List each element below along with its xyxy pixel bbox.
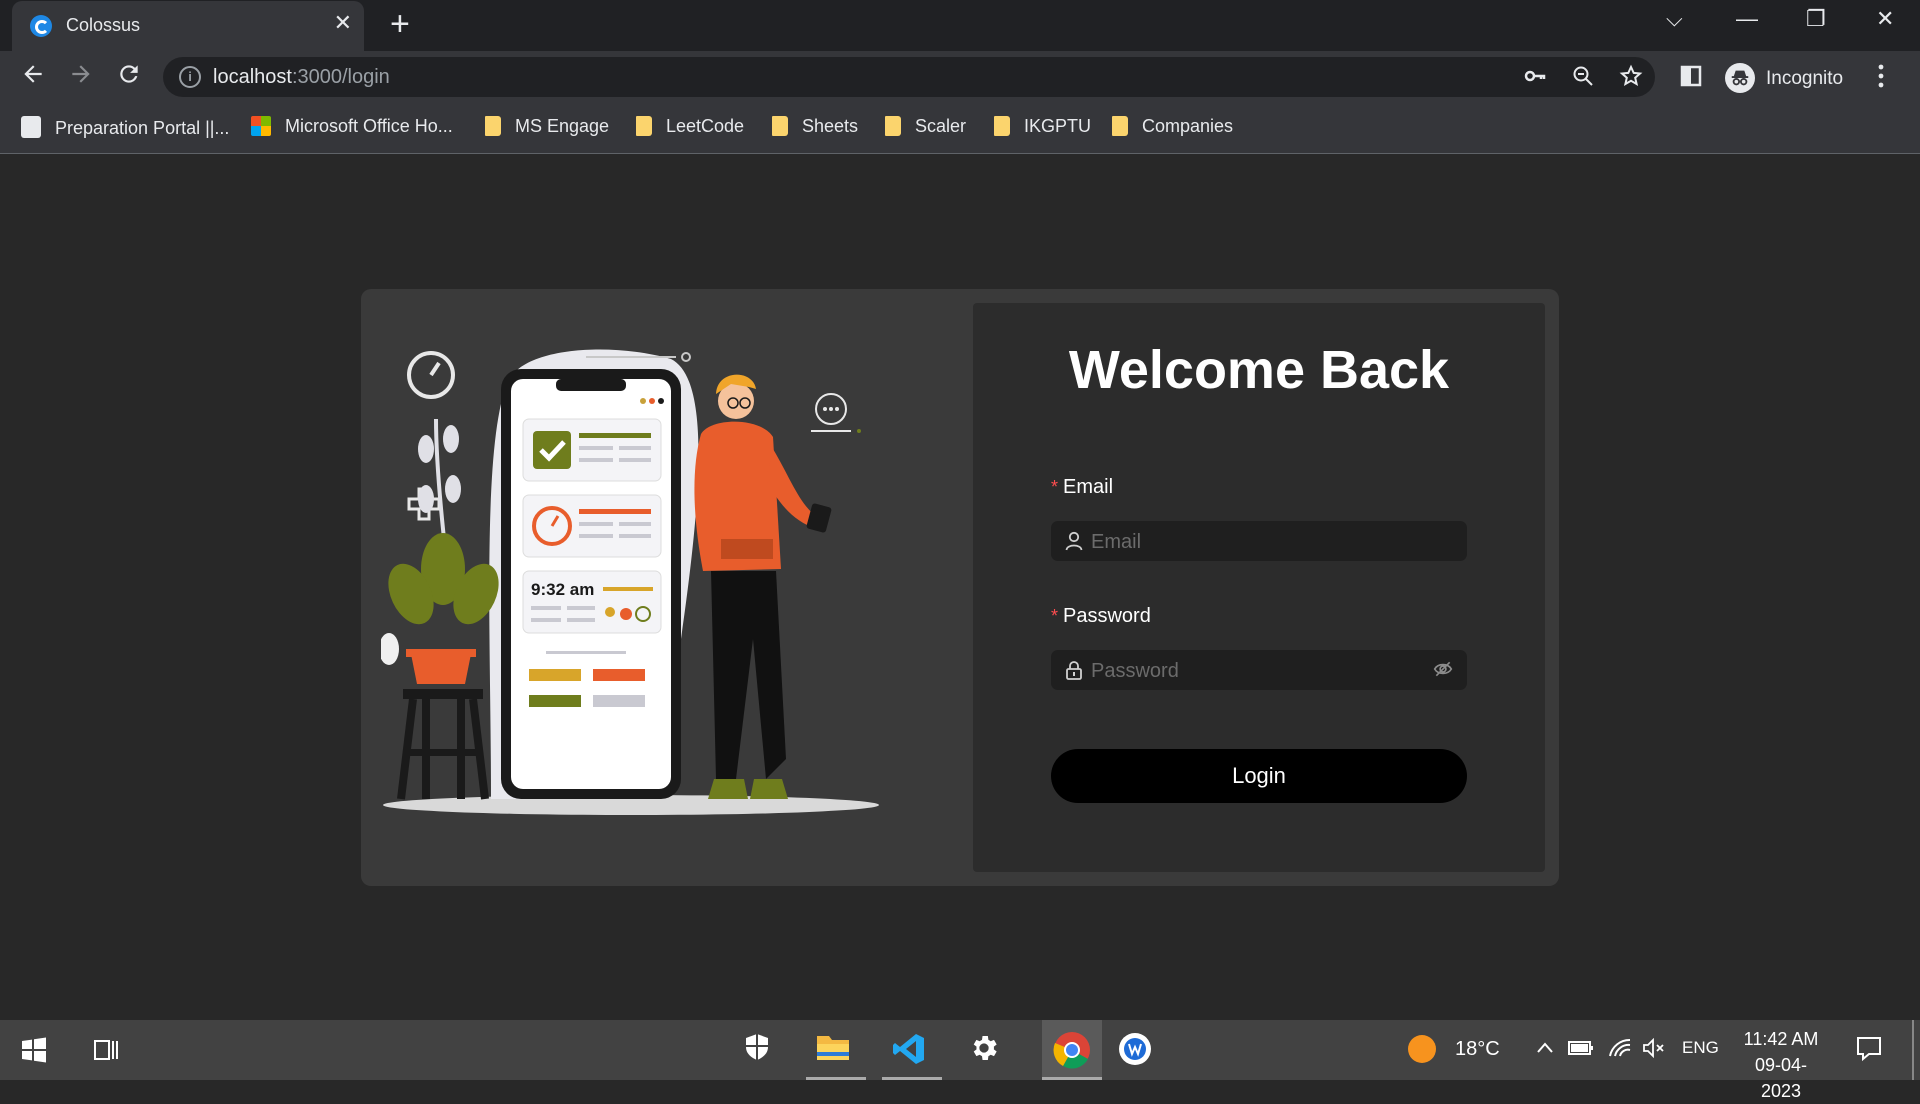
required-asterisk: * — [1051, 477, 1059, 497]
tab-search-chevron-icon[interactable]: ⌵ — [1666, 6, 1683, 32]
windows-security-icon[interactable] — [742, 1032, 778, 1068]
login-button[interactable]: Login — [1051, 749, 1467, 803]
folder-icon — [636, 116, 652, 136]
address-bar[interactable]: i localhost:3000/login — [163, 57, 1655, 97]
windows-start-icon[interactable] — [20, 1032, 56, 1068]
folder-icon — [885, 116, 901, 136]
bookmark-ikgptu[interactable]: IKGPTU — [994, 116, 1091, 137]
weather-sun-icon[interactable] — [1407, 1034, 1437, 1069]
colossus-favicon-icon — [30, 15, 52, 37]
taskbar-clock[interactable]: 11:42 AM 09-04-2023 — [1735, 1026, 1827, 1104]
reload-icon[interactable] — [116, 61, 142, 94]
volume-muted-icon[interactable] — [1642, 1037, 1666, 1063]
password-key-icon[interactable] — [1523, 64, 1547, 94]
bookmarks-bar: Preparation Portal ||... Microsoft Offic… — [0, 103, 1920, 154]
folder-icon — [485, 116, 501, 136]
page-title: Welcome Back — [1068, 340, 1450, 400]
zoom-out-icon[interactable] — [1571, 64, 1595, 94]
forward-arrow-icon[interactable] — [68, 61, 94, 94]
chrome-icon[interactable] — [1042, 1020, 1102, 1080]
bookmark-preparation-portal[interactable]: Preparation Portal ||... — [21, 116, 229, 139]
back-arrow-icon[interactable] — [20, 61, 46, 94]
minimize-button[interactable]: — — [1736, 6, 1758, 32]
site-info-icon[interactable]: i — [179, 66, 201, 88]
new-tab-button[interactable]: + — [390, 5, 410, 44]
incognito-icon — [1725, 63, 1755, 93]
tab-title: Colossus — [66, 15, 141, 35]
tab-colossus[interactable]: Colossus ✕ — [12, 1, 364, 51]
login-card: 9:32 am Welcome Back * Email Email * Passw… — [361, 289, 1559, 886]
windows-taskbar: 18°C ENG 11:42 AM 09-04-2023 — [0, 1020, 1920, 1101]
incognito-label: Incognito — [1766, 68, 1844, 89]
bookmark-sheets[interactable]: Sheets — [772, 116, 858, 137]
tab-strip: Colossus ✕ + ⌵ — ❐ ✕ — [0, 0, 1920, 51]
whatsapp-icon[interactable] — [1118, 1032, 1154, 1068]
lock-icon — [1066, 661, 1082, 680]
url-text[interactable]: localhost:3000/login — [213, 66, 390, 89]
language-indicator[interactable]: ENG — [1682, 1038, 1719, 1058]
user-icon — [1065, 531, 1083, 551]
vscode-icon[interactable] — [892, 1032, 928, 1068]
tab-close-icon[interactable]: ✕ — [334, 10, 352, 36]
password-label: * Password — [1051, 605, 1151, 627]
file-explorer-icon[interactable] — [816, 1032, 852, 1068]
clock-time: 11:42 AM — [1743, 1029, 1819, 1049]
more-menu-icon[interactable] — [1876, 63, 1886, 95]
battery-icon[interactable] — [1568, 1038, 1594, 1063]
clock-date: 09-04-2023 — [1754, 1055, 1808, 1101]
eye-slash-icon[interactable] — [1433, 659, 1453, 684]
restore-button[interactable]: ❐ — [1806, 6, 1826, 32]
password-placeholder: Password — [1091, 660, 1179, 682]
show-desktop-edge[interactable] — [1912, 1020, 1914, 1080]
bookmark-ms-engage[interactable]: MS Engage — [485, 116, 609, 137]
notification-center-icon[interactable] — [1855, 1034, 1883, 1067]
bookmark-star-icon[interactable] — [1619, 64, 1643, 94]
bookmark-leetcode[interactable]: LeetCode — [636, 116, 744, 137]
side-panel-icon[interactable] — [1679, 64, 1703, 94]
show-hidden-icons-chevron-icon[interactable] — [1535, 1038, 1555, 1063]
bookmark-scaler[interactable]: Scaler — [885, 116, 966, 137]
password-field[interactable]: Password — [1051, 650, 1467, 690]
settings-gear-icon[interactable] — [968, 1032, 1004, 1068]
email-placeholder: Email — [1091, 531, 1142, 553]
folder-icon — [772, 116, 788, 136]
folder-icon — [1112, 116, 1128, 136]
wifi-icon[interactable] — [1608, 1038, 1632, 1063]
task-view-icon[interactable] — [92, 1032, 128, 1068]
phone-time-text: 9:32 am — [531, 580, 594, 599]
window-close-button[interactable]: ✕ — [1876, 6, 1894, 32]
bookmark-microsoft-office[interactable]: Microsoft Office Ho... — [251, 116, 453, 137]
incognito-profile-button[interactable]: Incognito — [1720, 55, 1856, 99]
login-form: Welcome Back * Email Email * Password Pass… — [973, 303, 1545, 872]
folder-icon — [994, 116, 1010, 136]
microsoft-icon — [251, 116, 271, 136]
required-asterisk: * — [1051, 606, 1059, 626]
bookmark-companies[interactable]: Companies — [1112, 116, 1233, 137]
weather-temperature[interactable]: 18°C — [1455, 1038, 1500, 1061]
email-label: * Email — [1051, 476, 1114, 498]
email-field[interactable]: Email — [1051, 521, 1467, 561]
preparation-portal-icon — [21, 116, 41, 138]
login-illustration: 9:32 am — [381, 349, 879, 815]
browser-toolbar: i localhost:3000/login Incognito — [0, 51, 1920, 103]
